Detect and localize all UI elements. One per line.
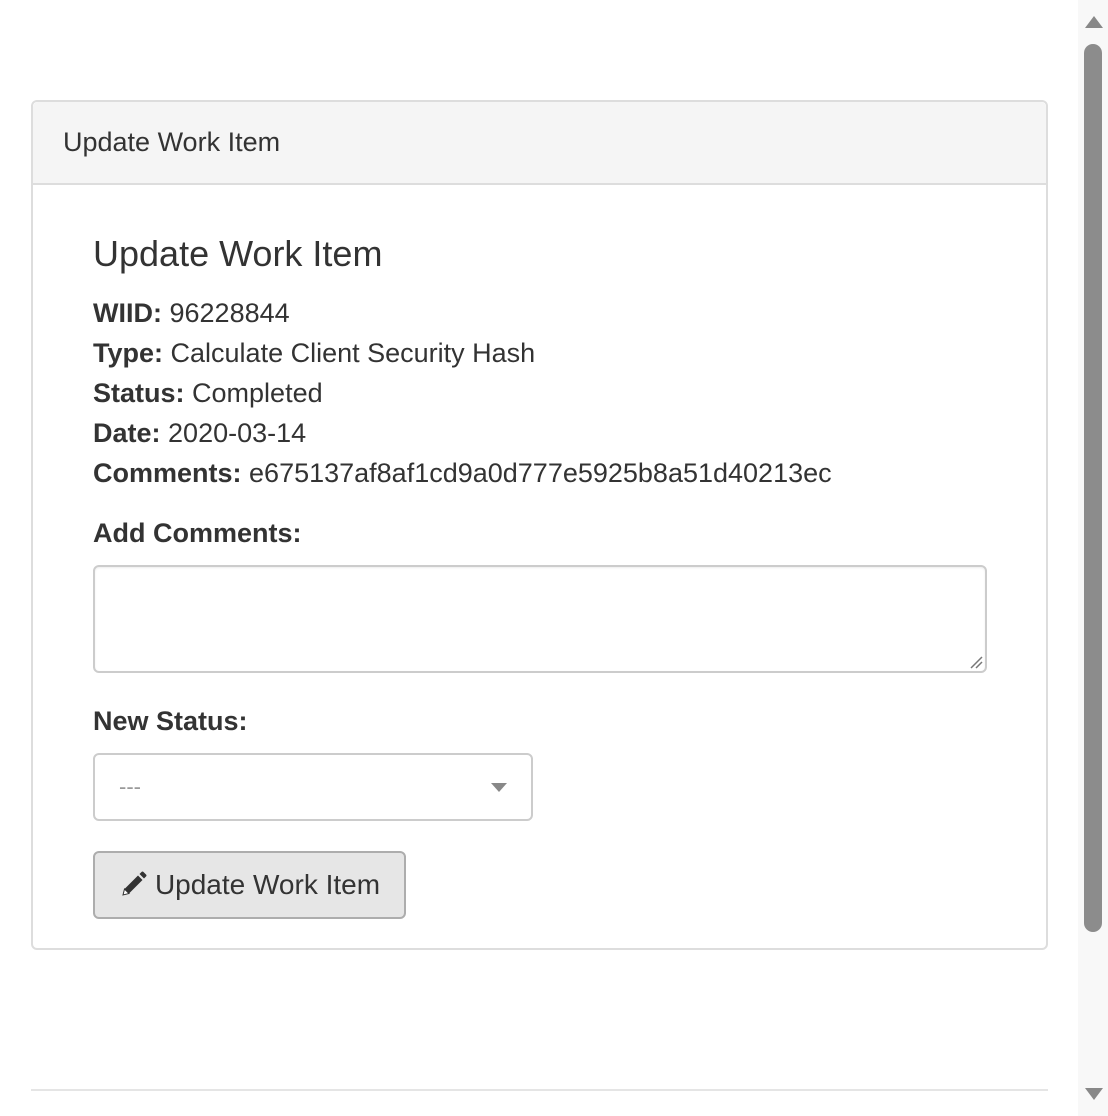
add-comments-label: Add Comments: bbox=[93, 518, 302, 548]
comments-value: e675137af8af1cd9a0d777e5925b8a51d40213ec bbox=[249, 458, 832, 488]
wiid-value: 96228844 bbox=[169, 298, 290, 328]
vertical-scrollbar[interactable] bbox=[1078, 0, 1108, 1116]
type-value: Calculate Client Security Hash bbox=[170, 338, 536, 368]
status-line: Status: Completed bbox=[93, 378, 323, 409]
update-work-item-panel: Update Work Item Update Work Item WIID: … bbox=[31, 100, 1048, 950]
new-status-label: New Status: bbox=[93, 706, 248, 736]
scroll-down-arrow-icon[interactable] bbox=[1085, 1088, 1103, 1100]
new-status-selected-value: --- bbox=[119, 774, 141, 799]
scroll-up-arrow-icon[interactable] bbox=[1085, 16, 1103, 28]
type-line: Type: Calculate Client Security Hash bbox=[93, 338, 535, 369]
add-comments-textarea[interactable] bbox=[93, 565, 987, 673]
update-work-item-button-label: Update Work Item bbox=[154, 869, 381, 900]
wiid-label: WIID: bbox=[93, 298, 162, 328]
type-label: Type: bbox=[93, 338, 164, 368]
page: Update Work Item Update Work Item WIID: … bbox=[0, 0, 1108, 1116]
chevron-down-icon bbox=[491, 783, 507, 792]
new-status-select[interactable]: --- bbox=[93, 753, 533, 821]
scrollbar-thumb[interactable] bbox=[1084, 44, 1102, 932]
pencil-icon bbox=[122, 871, 147, 896]
update-work-item-button[interactable]: Update Work Item bbox=[93, 851, 406, 919]
date-value: 2020-03-14 bbox=[168, 418, 307, 448]
status-label: Status: bbox=[93, 378, 185, 408]
date-label: Date: bbox=[93, 418, 161, 448]
form-title: Update Work Item bbox=[93, 233, 383, 274]
status-value: Completed bbox=[192, 378, 323, 408]
comments-line: Comments: e675137af8af1cd9a0d777e5925b8a… bbox=[93, 458, 832, 489]
wiid-line: WIID: 96228844 bbox=[93, 298, 290, 329]
date-line: Date: 2020-03-14 bbox=[93, 418, 306, 449]
footer-divider bbox=[31, 1089, 1048, 1091]
panel-heading: Update Work Item bbox=[33, 102, 1046, 185]
resize-grip-icon[interactable] bbox=[969, 655, 983, 669]
comments-label: Comments: bbox=[93, 458, 242, 488]
